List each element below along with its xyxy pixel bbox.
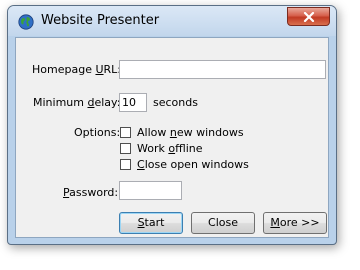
title-bar[interactable]: Website Presenter bbox=[8, 6, 336, 36]
minimum-delay-input[interactable] bbox=[119, 93, 147, 112]
close-icon bbox=[303, 11, 314, 22]
window-close-button[interactable] bbox=[287, 7, 330, 26]
start-button[interactable]: Start bbox=[119, 212, 183, 234]
delay-unit-label: seconds bbox=[153, 96, 198, 109]
allow-new-windows-checkbox[interactable] bbox=[120, 127, 131, 138]
close-open-windows-checkbox[interactable] bbox=[120, 159, 131, 170]
dialog-client-area: Homepage URL: Minimum delay: seconds Opt… bbox=[15, 37, 329, 238]
work-offline-checkbox[interactable] bbox=[120, 143, 131, 154]
globe-icon bbox=[18, 14, 34, 30]
close-open-windows-label[interactable]: Close open windows bbox=[137, 158, 249, 171]
homepage-url-input[interactable] bbox=[119, 60, 326, 79]
homepage-url-label: Homepage URL: bbox=[32, 63, 122, 76]
minimum-delay-label: Minimum delay: bbox=[33, 96, 121, 109]
more-button[interactable]: More >> bbox=[263, 212, 327, 234]
close-button[interactable]: Close bbox=[191, 212, 255, 234]
window-title: Website Presenter bbox=[41, 13, 160, 28]
dialog-window: Website Presenter Homepage URL: Minimum … bbox=[7, 5, 337, 245]
work-offline-label[interactable]: Work offline bbox=[137, 142, 203, 155]
password-input[interactable] bbox=[119, 181, 182, 200]
password-label: Password: bbox=[63, 186, 119, 199]
allow-new-windows-label[interactable]: Allow new windows bbox=[137, 126, 244, 139]
options-label: Options: bbox=[74, 126, 121, 139]
